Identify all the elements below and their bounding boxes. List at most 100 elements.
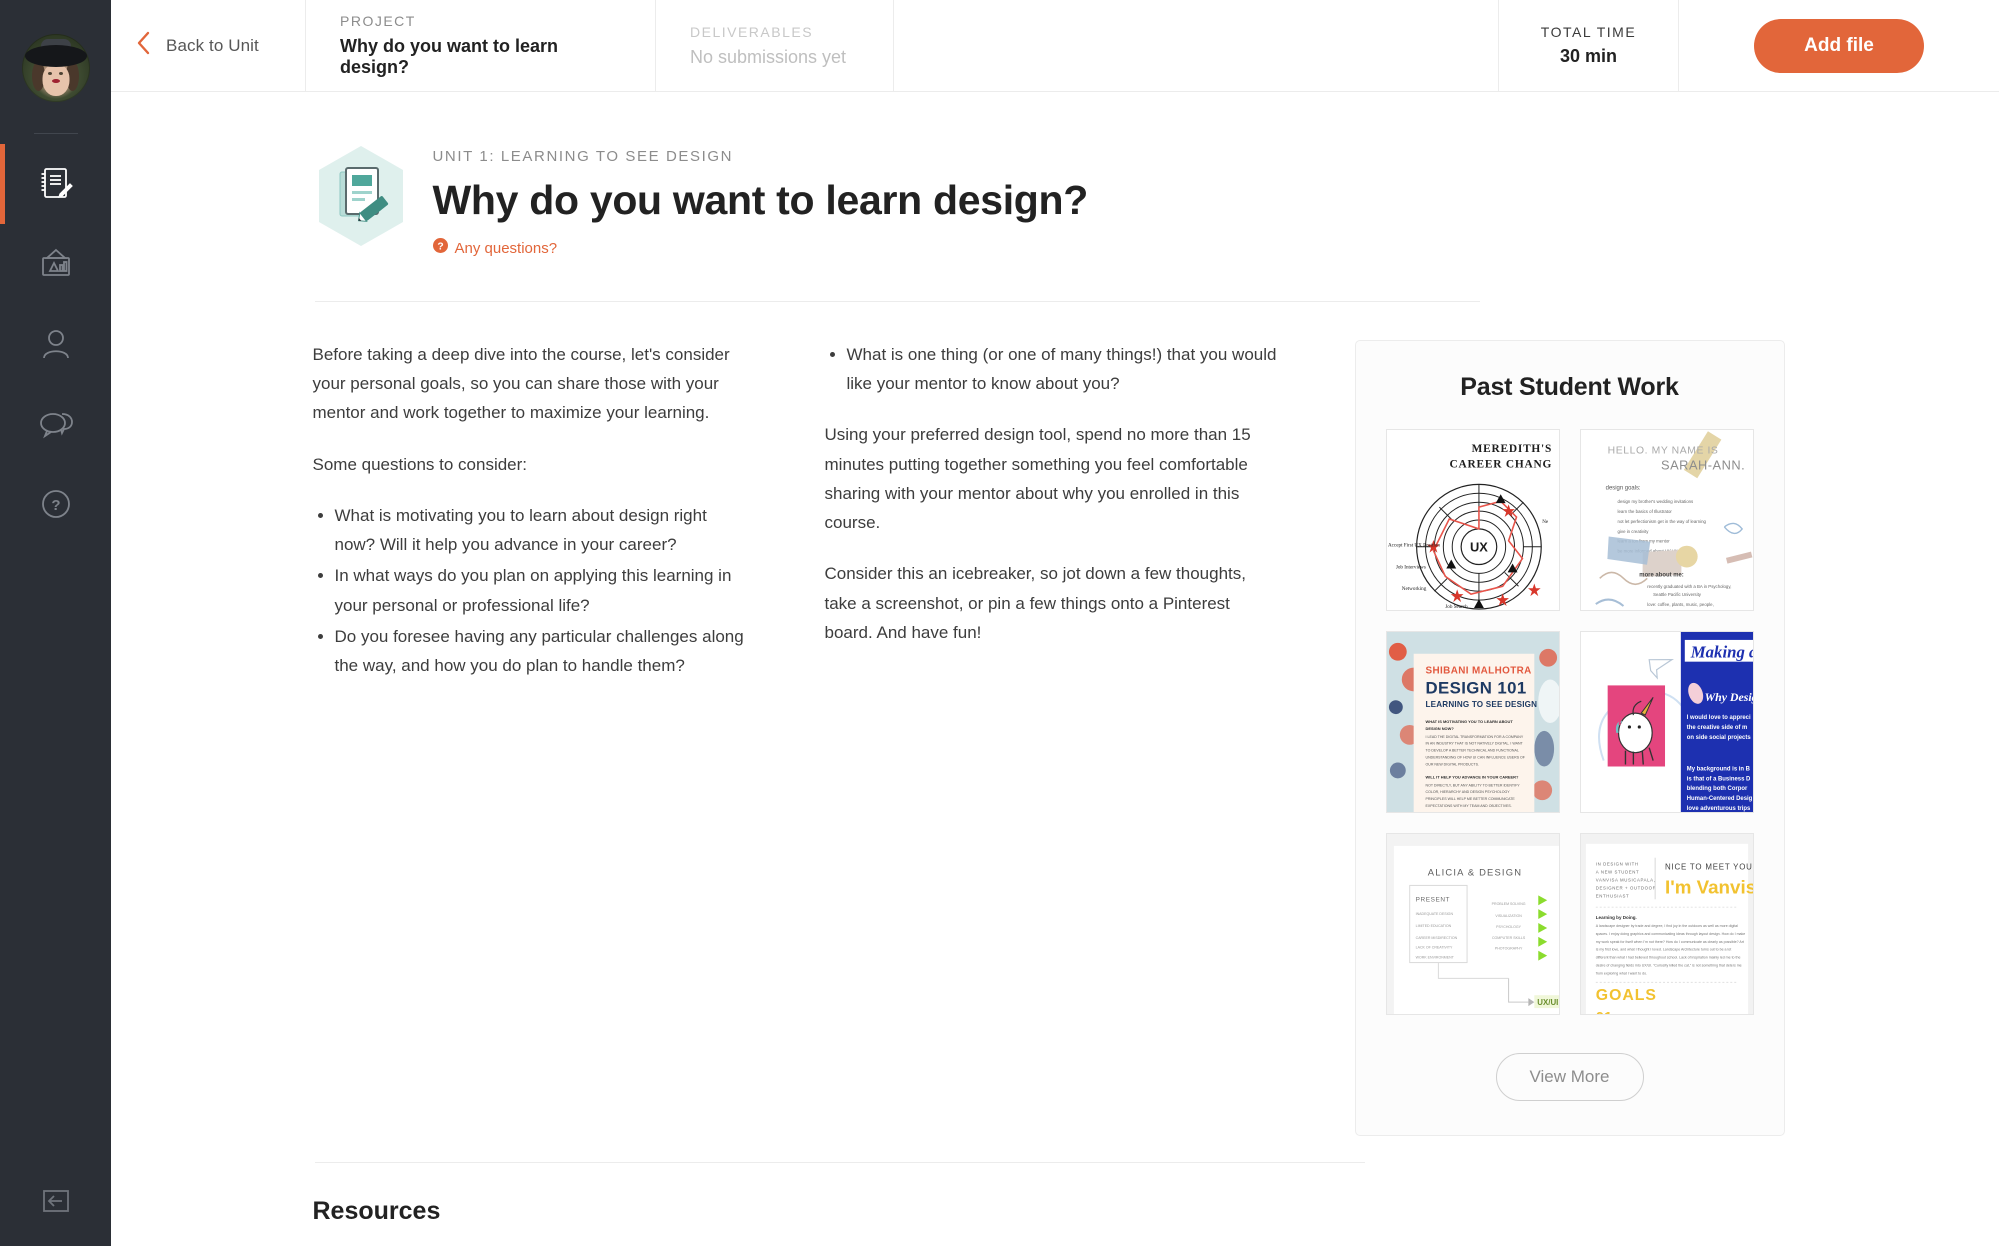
topbar-total-time-cell: TOTAL TIME 30 min [1499,0,1679,91]
sidebar-item-profile[interactable] [0,304,111,384]
svg-text:PHOTOGRAPHY: PHOTOGRAPHY [1494,947,1522,951]
question-mark-circle-icon: ? [40,488,72,520]
thumb-alicia-and-design[interactable]: ALICIA & DESIGN PRESENT INADEQUATE DESIG… [1385,833,1560,1015]
svg-text:design my brother's wedding in: design my brother's wedding invitations [1617,499,1694,504]
total-time-value: 30 min [1559,46,1618,66]
thumb1-line2: CAREER CHANG [1449,459,1552,471]
svg-text:spaces. I enjoy doing graphics: spaces. I enjoy doing graphics and commu… [1595,932,1744,936]
svg-text:WORK ENVIRONMENT: WORK ENVIRONMENT [1415,956,1454,960]
add-file-button[interactable]: Add file [1754,18,1924,73]
thumb-shibani-design-101[interactable]: SHIBANI MALHOTRA DESIGN 101 LEARNING TO … [1385,631,1560,813]
svg-text:Job Search: Job Search [1445,604,1468,610]
svg-text:ALICIA & DESIGN: ALICIA & DESIGN [1427,867,1521,878]
svg-text:the creative side of m: the creative side of m [1686,725,1747,731]
svg-text:NOT DIRECTLY, BUT ANY ABILITY: NOT DIRECTLY, BUT ANY ABILITY TO BETTER … [1425,783,1520,787]
question-circle-icon: ? [432,238,448,258]
page-title: Why do you want to learn design? [432,177,1089,223]
list-item: What is one thing (or one of many things… [847,340,1277,398]
topbar-project-cell[interactable]: PROJECT Why do you want to learn design? [306,0,656,91]
svg-text:PSYCHOLOGY: PSYCHOLOGY [1496,925,1521,929]
svg-text:SARAH-ANN.: SARAH-ANN. [1661,458,1745,473]
svg-text:Making a: Making a [1689,643,1752,662]
lower-left: Resources Sketch 101 tool tutorials Phot… [313,1136,1365,1246]
collapse-left-arrow-icon [40,1185,72,1222]
past-student-work-panel: Past Student Work MEREDITH'S CAREER CHAN… [1354,340,1785,1136]
deliverables-value: No submissions yet [690,46,847,67]
back-to-unit-button[interactable]: Back to Unit [111,0,306,91]
svg-text:My background is in B: My background is in B [1686,766,1749,772]
left-bullet-list: What is motivating you to learn about de… [313,501,745,680]
chat-bubbles-icon [38,408,74,440]
svg-text:LIMITED EDUCATION: LIMITED EDUCATION [1415,924,1451,928]
svg-text:Seattle Pacific University: Seattle Pacific University [1653,592,1702,597]
svg-text:GOALS: GOALS [1595,987,1656,1004]
svg-text:Accept First UX Position: Accept First UX Position [1387,543,1439,549]
any-questions-label: Any questions? [454,239,558,257]
sidebar-item-messages[interactable] [0,384,111,464]
svg-text:I would love to appreci: I would love to appreci [1686,715,1750,721]
svg-text:01: 01 [1595,1010,1612,1014]
thumb1-line1: MEREDITH'S [1471,443,1552,455]
top-bar: Back to Unit PROJECT Why do you want to … [111,0,1999,92]
svg-text:A NEW STUDENT: A NEW STUDENT [1595,870,1638,875]
avatar[interactable] [21,34,90,102]
thumb-making-a-why-design[interactable]: Making a Why Design I would love to appr… [1579,631,1754,813]
avatar-lips [51,78,60,83]
svg-text:love: coffee, plants, music, p: love: coffee, plants, music, people, [1647,602,1714,607]
svg-text:?: ? [51,497,60,514]
any-questions-link[interactable]: ? Any questions? [432,238,1089,258]
svg-text:A landscape designer by trade: A landscape designer by trade and degree… [1595,924,1737,928]
svg-text:Networking: Networking [1401,586,1426,592]
topbar-deliverables-cell[interactable]: DELIVERABLES No submissions yet [656,0,894,91]
content-scroll: UNIT 1: LEARNING TO SEE DESIGN Why do yo… [111,92,1999,1246]
thumb-meredith-career-change[interactable]: MEREDITH'S CAREER CHANG UX Accept First … [1385,429,1560,611]
svg-text:LEARNING TO SEE DESIGN: LEARNING TO SEE DESIGN [1425,700,1537,709]
document-pencil-hexagon-icon [315,144,407,248]
svg-text:ENTHUSIAST: ENTHUSIAST [1595,893,1628,898]
svg-text:LACK OF CREATIVITY: LACK OF CREATIVITY [1415,946,1452,950]
list-item: In what ways do you plan on applying thi… [335,561,745,619]
svg-text:on side social projects: on side social projects [1686,735,1751,741]
svg-text:design goals:: design goals: [1605,485,1640,491]
svg-text:COLOR, HIERARCHY AND DESIGN PS: COLOR, HIERARCHY AND DESIGN PSYCHOLOGY [1425,790,1510,794]
intro-paragraph: Before taking a deep dive into the cours… [312,345,730,423]
svg-text:UNDERSTANDING OF HOW UI CAN IN: UNDERSTANDING OF HOW UI CAN INFLUENCE US… [1425,756,1525,760]
svg-text:my work speak for itself when: my work speak for itself when I'm not th… [1595,940,1743,944]
svg-text:Job Interviews: Job Interviews [1395,564,1425,570]
svg-text:SHIBANI MALHOTRA: SHIBANI MALHOTRA [1425,666,1531,677]
svg-text:IN AN INDUSTRY THAT IS NOT NAT: IN AN INDUSTRY THAT IS NOT NATIVELY DIGI… [1425,742,1523,746]
svg-text:love adventurous trips: love adventurous trips [1686,806,1750,812]
svg-text:UX: UX [1470,540,1488,555]
avatar-hat-brim [24,44,87,67]
unit-kicker: UNIT 1: LEARNING TO SEE DESIGN [432,148,734,165]
svg-text:I'm Vanvisa: I'm Vanvisa [1665,876,1753,897]
instruction-paragraph-2: Consider this an icebreaker, so jot down… [824,564,1246,642]
instruction-paragraph-1: Using your preferred design tool, spend … [824,425,1251,533]
view-more-button[interactable]: View More [1495,1053,1644,1101]
notebook-pencil-icon [39,166,73,202]
svg-text:is that of a Business D: is that of a Business D [1686,776,1750,782]
left-sidebar: ? [0,0,111,1246]
sidebar-item-portfolio[interactable] [0,224,111,304]
body-left-column: Before taking a deep dive into the cours… [313,340,825,1136]
svg-text:HELLO. MY NAME IS: HELLO. MY NAME IS [1607,446,1718,457]
main-area: Back to Unit PROJECT Why do you want to … [111,0,1999,1246]
svg-text:desire of changing fields into: desire of changing fields into UX/UI. "C… [1595,964,1741,968]
svg-text:CAREER MISDIRECTION: CAREER MISDIRECTION [1415,936,1457,940]
svg-text:from exploring what I want to: from exploring what I want to do. [1595,971,1646,975]
thumb-vanvisa-nice-to-meet-you[interactable]: IN DESIGN WITH A NEW STUDENT VANVISA MUS… [1579,833,1754,1015]
sidebar-item-help[interactable]: ? [0,464,111,544]
svg-text:I LEAD THE DIGITAL TRANSFORMAT: I LEAD THE DIGITAL TRANSFORMATION FOR A … [1425,735,1523,739]
sidebar-item-coursework[interactable] [0,144,111,224]
svg-text:TO DEVELOP A BETTER TECHNICAL: TO DEVELOP A BETTER TECHNICAL AND FUNCTI… [1425,749,1518,753]
sidebar-divider [33,133,78,134]
svg-text:Learning by Doing.: Learning by Doing. [1595,915,1636,920]
svg-text:learn the basics of Illustrato: learn the basics of Illustrator [1617,509,1672,514]
prompt-paragraph: Some questions to consider: [312,454,528,474]
topbar-filler [894,0,1499,91]
project-kicker: PROJECT [340,13,416,29]
sidebar-collapse-button[interactable] [0,1160,111,1246]
svg-text:give in creativity: give in creativity [1617,529,1649,534]
svg-text:DESIGN 101: DESIGN 101 [1425,678,1526,697]
thumb-sarah-ann-hello[interactable]: HELLO. MY NAME IS SARAH-ANN. design goal… [1579,429,1754,611]
